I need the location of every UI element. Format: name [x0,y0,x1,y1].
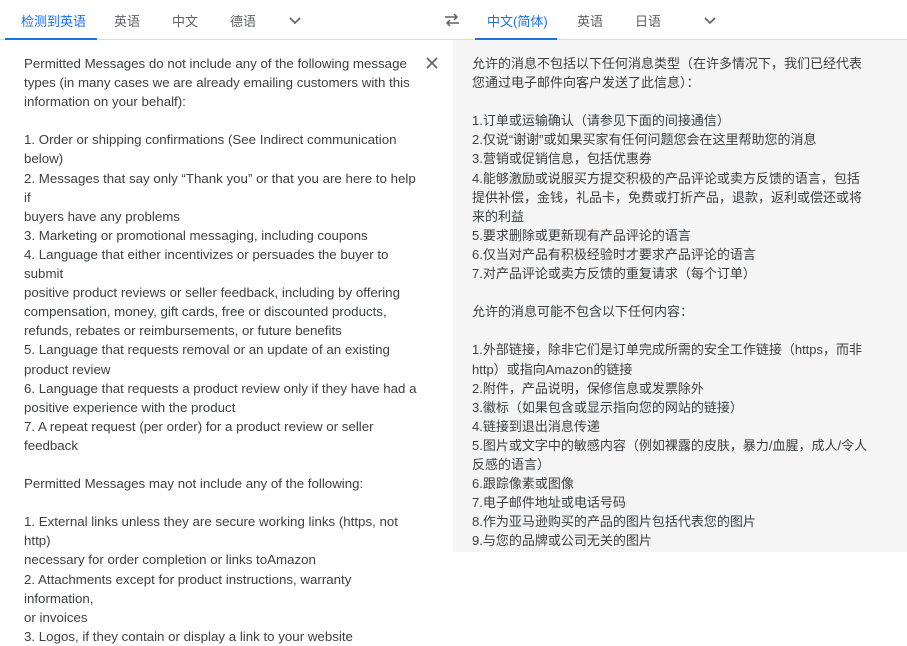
source-pane: Permitted Messages do not include any of… [0,40,453,644]
source-text-input[interactable]: Permitted Messages do not include any of… [24,54,419,646]
source-tab-detected[interactable]: 检测到英语 [21,0,86,40]
target-tab-japanese[interactable]: 日语 [635,0,661,40]
translation-pane: 允许的消息不包括以下任何消息类型（在许多情况下，我们已经代表 您通过电子邮件向客… [453,40,907,552]
close-icon[interactable] [425,56,439,70]
language-bar: 检测到英语 英语 中文 德语 中文(简体) 英语 日语 [0,0,907,40]
target-tab-chinese-simplified[interactable]: 中文(简体) [487,0,548,40]
swap-icon[interactable] [443,12,461,28]
source-tab-chinese[interactable]: 中文 [172,0,198,40]
source-tab-english[interactable]: 英语 [114,0,140,40]
translation-output: 允许的消息不包括以下任何消息类型（在许多情况下，我们已经代表 您通过电子邮件向客… [472,56,868,549]
source-tab-german[interactable]: 德语 [230,0,256,40]
chevron-down-icon[interactable] [287,12,303,28]
target-tab-english[interactable]: 英语 [577,0,603,40]
chevron-down-icon[interactable] [702,12,718,28]
